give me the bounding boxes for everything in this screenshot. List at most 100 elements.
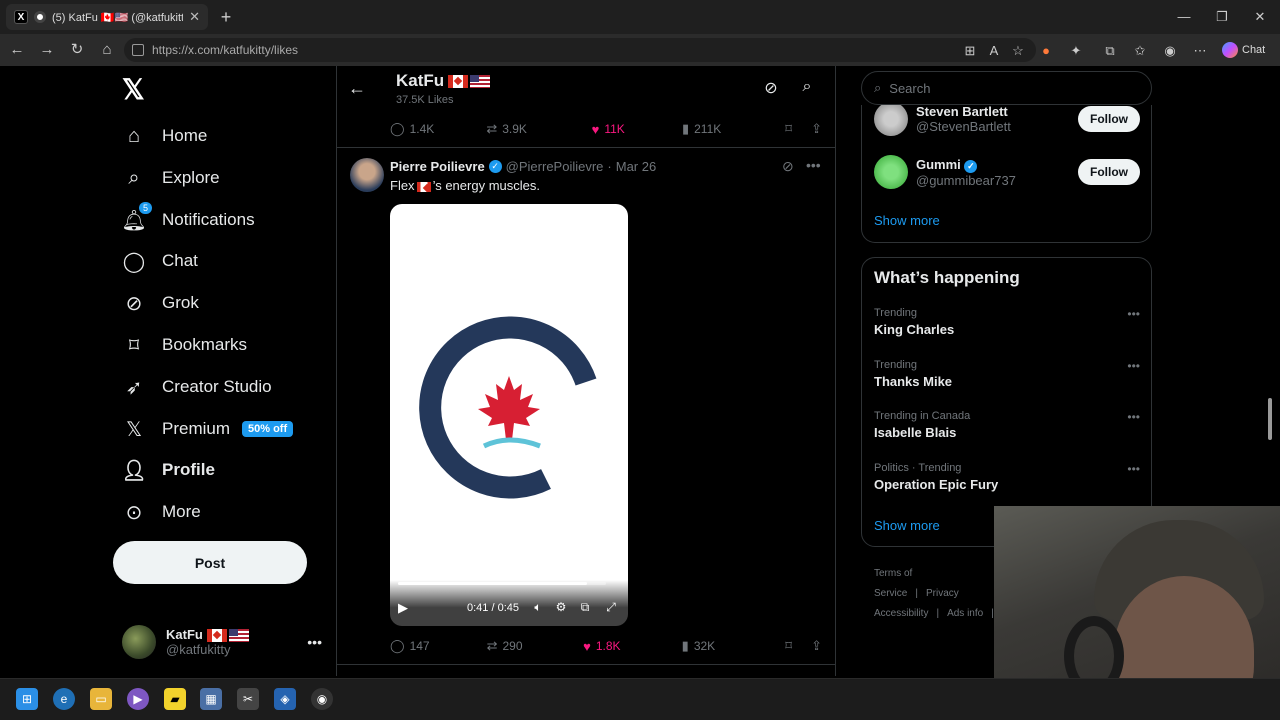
nav-label: Creator Studio bbox=[162, 377, 272, 396]
more-dots-icon[interactable]: ••• bbox=[1127, 410, 1140, 424]
author-handle[interactable]: @PierrePoilievre bbox=[506, 159, 604, 174]
like-button[interactable]: ♥ 1.8K bbox=[583, 639, 682, 654]
snipping-tool-icon[interactable]: ✂ bbox=[237, 688, 259, 710]
scrollbar-thumb[interactable] bbox=[1268, 398, 1272, 440]
nav-creator-studio[interactable]: ➶ Creator Studio bbox=[122, 367, 272, 407]
minimize-button[interactable]: — bbox=[1170, 6, 1198, 28]
url-field[interactable]: https://x.com/katfukitty/likes bbox=[124, 38, 1036, 62]
post-button[interactable]: Post bbox=[113, 541, 307, 584]
extensions-puzzle-icon[interactable]: ✦ bbox=[1066, 41, 1086, 61]
nav-bookmarks[interactable]: ⌑ Bookmarks bbox=[122, 325, 247, 365]
calculator-icon[interactable]: ▦ bbox=[200, 688, 222, 710]
follow-suggestion[interactable]: Gummi ✓ @gummibear737 Follow bbox=[874, 152, 1140, 192]
more-dots-icon[interactable]: ••• bbox=[307, 634, 322, 650]
like-button[interactable]: ♥ 11K bbox=[592, 122, 682, 137]
like-count: 11K bbox=[604, 122, 625, 136]
more-dots-icon[interactable]: ••• bbox=[1127, 359, 1140, 373]
sticky-notes-icon[interactable]: ▰ bbox=[164, 688, 186, 710]
new-tab-button[interactable]: + bbox=[216, 6, 236, 28]
nav-notifications[interactable]: 🔔︎ 5 Notifications bbox=[121, 200, 255, 240]
show-more-link[interactable]: Show more bbox=[874, 518, 940, 533]
fullscreen-icon[interactable]: ⤢ bbox=[603, 600, 619, 615]
repost-button[interactable]: ⇄ 290 bbox=[487, 638, 584, 654]
trend-context: Trending in Canada bbox=[874, 410, 971, 422]
video-player[interactable] bbox=[390, 204, 628, 626]
close-tab-icon[interactable]: ✕ bbox=[189, 9, 200, 25]
search-icon[interactable]: ⌕ bbox=[796, 78, 818, 100]
x-logo-icon[interactable]: 𝕏 bbox=[122, 76, 150, 104]
app-available-icon[interactable]: ⊞ bbox=[960, 41, 980, 61]
browser-tab[interactable]: X (5) KatFu 🇨🇦🇺🇸 (@katfukitty) / X ✕ bbox=[6, 4, 208, 30]
account-switcher[interactable]: KatFu @katfukitty ••• bbox=[122, 622, 322, 662]
obs-icon[interactable]: ◉ bbox=[311, 688, 333, 710]
grok-explain-icon[interactable]: ⊘ bbox=[782, 158, 794, 175]
nav-profile[interactable]: 👤︎ Profile bbox=[121, 450, 215, 490]
favorites-icon[interactable]: ✩ bbox=[1130, 41, 1150, 61]
repost-button[interactable]: ⇄ 3.9K bbox=[486, 121, 591, 137]
trend-item[interactable]: Trending Thanks Mike ••• bbox=[874, 359, 1140, 399]
nav-more[interactable]: ⊙ More bbox=[122, 492, 201, 532]
profile-avatar-icon[interactable]: ◉ bbox=[1160, 41, 1180, 61]
avatar[interactable] bbox=[350, 158, 384, 192]
nav-premium[interactable]: 𝕏 Premium 50% off bbox=[122, 409, 294, 449]
bookmark-button[interactable]: ⌑ bbox=[785, 638, 811, 654]
reply-button[interactable]: ◯ 1.4K bbox=[390, 121, 486, 137]
nav-home[interactable]: ⌂ Home bbox=[122, 116, 207, 156]
split-screen-icon[interactable]: ⧉ bbox=[1100, 41, 1120, 61]
views-button[interactable]: ▮ 211K bbox=[682, 121, 785, 137]
forward-button[interactable]: → bbox=[36, 40, 58, 60]
grok-icon[interactable]: ⊘ bbox=[760, 78, 782, 100]
ads-info-link[interactable]: Ads info bbox=[947, 608, 983, 619]
share-button[interactable]: ⇪ bbox=[811, 638, 822, 654]
more-dots-icon[interactable]: ••• bbox=[806, 157, 821, 173]
windows-start-icon[interactable]: ⊞ bbox=[16, 688, 38, 710]
trend-item[interactable]: Trending in Canada Isabelle Blais ••• bbox=[874, 410, 1140, 450]
accessibility-link[interactable]: Accessibility bbox=[874, 608, 928, 619]
search-input[interactable]: ⌕ Search bbox=[861, 71, 1152, 105]
app-icon[interactable]: ◈ bbox=[274, 688, 296, 710]
views-button[interactable]: ▮ 32K bbox=[682, 638, 786, 654]
home-button[interactable]: ⌂ bbox=[96, 40, 118, 60]
media-player-icon[interactable]: ▶ bbox=[127, 688, 149, 710]
video-progress-bar[interactable] bbox=[398, 582, 606, 585]
nav-chat[interactable]: ◯ Chat bbox=[122, 241, 198, 281]
edge-browser-icon[interactable]: e bbox=[53, 688, 75, 710]
share-button[interactable]: ⇪ bbox=[811, 121, 822, 137]
more-dots-icon[interactable]: ••• bbox=[1127, 307, 1140, 321]
extension-icon[interactable]: ● bbox=[1036, 41, 1056, 61]
terms-link[interactable]: Terms of Service bbox=[874, 568, 912, 599]
trend-item[interactable]: Trending King Charles ••• bbox=[874, 307, 1140, 347]
nav-label: Profile bbox=[162, 460, 215, 479]
trend-item[interactable]: Politics · Trending Operation Epic Fury … bbox=[874, 462, 1140, 502]
premium-promo-badge: 50% off bbox=[242, 421, 294, 437]
tweet-date[interactable]: Mar 26 bbox=[616, 159, 656, 174]
follow-button[interactable]: Follow bbox=[1078, 106, 1140, 132]
nav-grok[interactable]: ⊘ Grok bbox=[122, 283, 199, 323]
back-arrow-icon[interactable]: ← bbox=[348, 78, 370, 100]
pip-icon[interactable]: ⧉ bbox=[577, 600, 593, 615]
footer-links: Terms of Service | Privacy Accessibility | A… bbox=[874, 564, 1004, 624]
close-window-button[interactable]: ✕ bbox=[1246, 6, 1274, 28]
more-dots-icon[interactable]: ••• bbox=[1127, 462, 1140, 476]
author-name[interactable]: Pierre Poilievre bbox=[390, 159, 485, 174]
back-button[interactable]: ← bbox=[6, 40, 28, 60]
follow-suggestion[interactable]: Steven Bartlett @StevenBartlett Follow bbox=[874, 105, 1140, 139]
bookmark-button[interactable]: ⌑ bbox=[785, 121, 811, 137]
reply-button[interactable]: ◯ 147 bbox=[390, 638, 487, 654]
nav-explore[interactable]: ⌕ Explore bbox=[122, 158, 219, 198]
favorite-star-icon[interactable]: ☆ bbox=[1008, 41, 1028, 61]
reload-button[interactable]: ↻ bbox=[66, 40, 88, 60]
gear-icon[interactable]: ⚙ bbox=[553, 600, 569, 614]
avatar bbox=[874, 155, 908, 189]
file-explorer-icon[interactable]: ▭ bbox=[90, 688, 112, 710]
maximize-button[interactable]: ❐ bbox=[1208, 6, 1236, 28]
read-aloud-icon[interactable]: A bbox=[984, 41, 1004, 61]
copilot-chat-button[interactable]: Chat bbox=[1222, 40, 1276, 60]
volume-icon[interactable]: 🔈︎ bbox=[530, 600, 546, 615]
follow-button[interactable]: Follow bbox=[1078, 159, 1140, 185]
play-icon[interactable]: ▶ bbox=[398, 600, 408, 616]
settings-more-icon[interactable]: ⋯ bbox=[1190, 41, 1210, 61]
site-info-icon[interactable] bbox=[132, 44, 144, 56]
show-more-link[interactable]: Show more bbox=[874, 213, 940, 228]
privacy-link[interactable]: Privacy bbox=[926, 588, 959, 599]
